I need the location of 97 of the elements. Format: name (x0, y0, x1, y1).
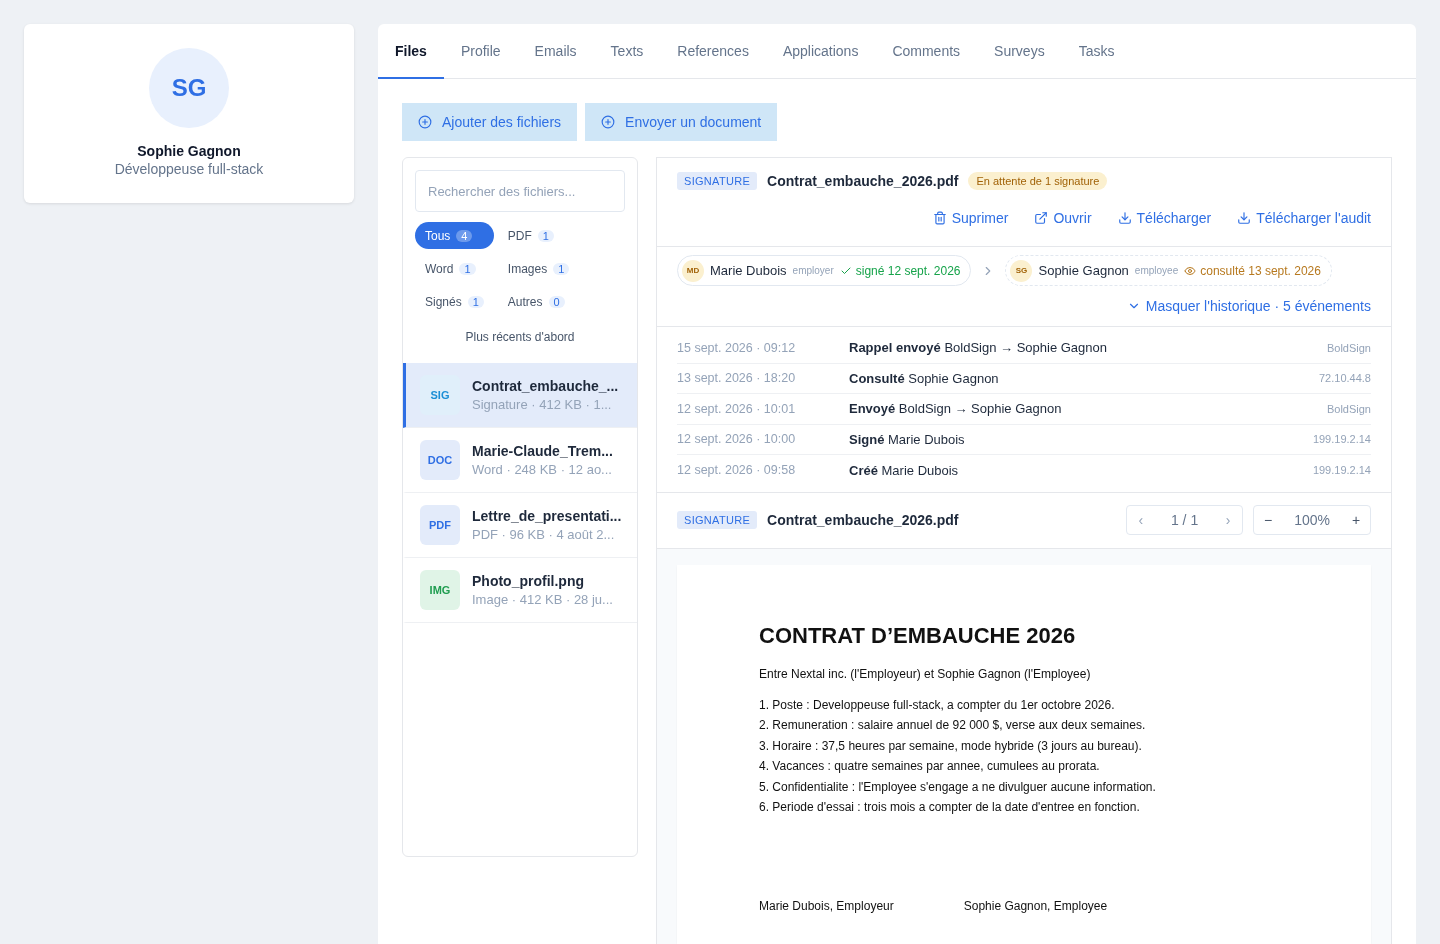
document-clause: 5. Confidentialite : l'Employee s'engage a ne divulguer aucune information. (759, 779, 1157, 794)
tab[interactable]: Texts (593, 24, 661, 79)
file-meta: Word · 248 KB · 12 ao... (472, 462, 613, 477)
profile-role: Développeuse full-stack (114, 161, 264, 177)
page-indicator: 1 / 1 (1169, 512, 1200, 528)
count-badge: 4 (456, 229, 473, 242)
type-tag: SIGNATURE (677, 511, 758, 529)
file-name: Marie-Claude_Trem... (472, 443, 613, 459)
signer-status: signé 12 sept. 2026 (839, 263, 961, 278)
file-meta: PDF · 96 KB · 4 août 2... (472, 527, 616, 542)
avatar: SG (149, 48, 229, 128)
file-name: Contrat_embauche_... (472, 378, 619, 394)
tab[interactable]: Tasks (1061, 24, 1132, 79)
file-type-badge: DOC (420, 440, 460, 480)
file-type-badge: SIG (420, 375, 460, 415)
event-time: 12 sept. 2026 · 09:58 (677, 463, 797, 478)
signature-line: Marie Dubois, Employeur (759, 899, 894, 913)
search-field[interactable]: Rechercher des fichiers... (415, 170, 625, 212)
profile-name: Sophie Gagnon (137, 143, 241, 159)
file-meta: Image · 412 KB · 28 ju... (472, 592, 613, 607)
send-document-button[interactable]: Envoyer un document (585, 103, 778, 141)
sort-button[interactable]: Plus récents d'abord (403, 329, 637, 345)
event-source: 199.19.2.14 (1312, 433, 1371, 446)
tab[interactable]: Applications (765, 24, 876, 79)
event-description: Envoyé BoldSign → Sophie Gagnon (849, 401, 1063, 417)
signer-status: consulté 13 sept. 2026 (1184, 263, 1321, 278)
event-source: BoldSign (1326, 341, 1371, 354)
count-badge: 1 (553, 262, 570, 275)
filter-chip[interactable]: Tous 4 (415, 222, 494, 249)
signer-name: Marie Dubois (710, 263, 787, 278)
file-title: Contrat_embauche_2026.pdf (767, 173, 959, 189)
plus-circle-icon (601, 115, 616, 129)
document-intro: Entre Nextal inc. (l'Employeur) et Sophie Gagnon (l'Employee) (759, 666, 1092, 681)
trash-icon (932, 211, 947, 225)
signer-role: employee (1134, 265, 1179, 276)
action-link[interactable]: Télécharger (1117, 210, 1212, 226)
download-icon (1117, 211, 1132, 225)
count-badge: 1 (467, 295, 484, 308)
file-name: Lettre_de_presentati... (472, 508, 622, 524)
file-item[interactable]: SIG Contrat_embauche_... Signature · 412 KB · 1... (403, 363, 637, 428)
event-description: Consulté Sophie Gagnon (849, 370, 1000, 386)
file-meta: Signature · 412 KB · 1... (472, 397, 613, 412)
document-clause: 1. Poste : Developpeuse full-stack, a compter du 1er octobre 2026. (759, 697, 1116, 712)
file-title: Contrat_embauche_2026.pdf (767, 512, 960, 528)
event-source: BoldSign (1326, 402, 1371, 415)
tab[interactable]: Comments (875, 24, 978, 79)
count-badge: 1 (459, 262, 476, 275)
event-time: 12 sept. 2026 · 10:00 (677, 432, 797, 447)
count-badge: 0 (548, 295, 565, 308)
document-clause: 6. Periode d'essai : trois mois a compter de la date d'entree en fonction. (759, 800, 1141, 814)
signer-avatar: SG (1010, 259, 1033, 282)
action-link[interactable]: Suprimer (932, 210, 1009, 226)
count-badge: 1 (537, 229, 554, 242)
next-page-button[interactable]: › (1214, 506, 1243, 534)
file-type-badge: IMG (420, 570, 460, 610)
eye-icon (1184, 264, 1197, 277)
zoom-level: 100% (1293, 512, 1331, 528)
document-title: CONTRAT D’EMBAUCHE 2026 (759, 622, 1077, 649)
signer-avatar: MD (682, 259, 704, 282)
tab[interactable]: Profile (443, 24, 518, 79)
status-badge: En attente de 1 signature (968, 172, 1108, 190)
filter-chip[interactable]: PDF 1 (497, 222, 580, 249)
event-description: Rappel envoyé BoldSign → Sophie Gagnon (849, 340, 1108, 356)
type-tag: SIGNATURE (677, 172, 758, 190)
tab[interactable]: Files (378, 24, 444, 79)
document-clause: 3. Horaire : 37,5 heures par semaine, mode hybride (3 jours au bureau). (759, 738, 1143, 753)
filter-chip[interactable]: Images 1 (497, 255, 580, 282)
plus-circle-icon (418, 115, 432, 129)
signer-role: employer (792, 265, 834, 276)
zoom-in-button[interactable]: + (1342, 506, 1370, 534)
document-clause: 2. Remuneration : salaire annuel de 92 000 $, verse aux deux semaines. (759, 718, 1147, 732)
signature-line: Sophie Gagnon, Employee (963, 899, 1108, 913)
file-type-badge: PDF (420, 505, 460, 545)
zoom-out-button[interactable]: − (1254, 506, 1283, 534)
filter-chip[interactable]: Signés 1 (415, 288, 494, 315)
event-time: 13 sept. 2026 · 18:20 (677, 371, 797, 386)
event-description: Créé Marie Dubois (849, 462, 960, 478)
event-time: 12 sept. 2026 · 10:01 (677, 401, 797, 416)
tab[interactable]: Surveys (977, 24, 1062, 79)
add-files-button[interactable]: Ajouter des fichiers (402, 103, 578, 141)
action-link[interactable]: Télécharger l'audit (1237, 210, 1371, 226)
event-description: Signé Marie Dubois (849, 431, 966, 447)
history-toggle[interactable]: Masquer l'historique · 5 événements (1126, 298, 1371, 314)
event-source: 72.10.44.8 (1319, 372, 1371, 385)
filter-chip[interactable]: Word 1 (415, 255, 494, 282)
action-link[interactable]: Ouvrir (1034, 210, 1092, 226)
event-time: 15 sept. 2026 · 09:12 (677, 340, 797, 355)
signer-name: Sophie Gagnon (1038, 263, 1129, 278)
external-link-icon (1034, 211, 1049, 225)
filter-chip[interactable]: Autres 0 (497, 288, 580, 315)
tab[interactable]: References (660, 24, 766, 79)
file-name: Photo_profil.png (472, 573, 585, 589)
download-icon (1237, 211, 1252, 225)
tab[interactable]: Emails (517, 24, 594, 79)
document-clause: 4. Vacances : quatre semaines par annee, cumulees au prorata. (759, 759, 1101, 773)
event-source: 199.19.2.14 (1312, 464, 1371, 477)
previous-page-button[interactable]: ‹ (1126, 506, 1155, 534)
